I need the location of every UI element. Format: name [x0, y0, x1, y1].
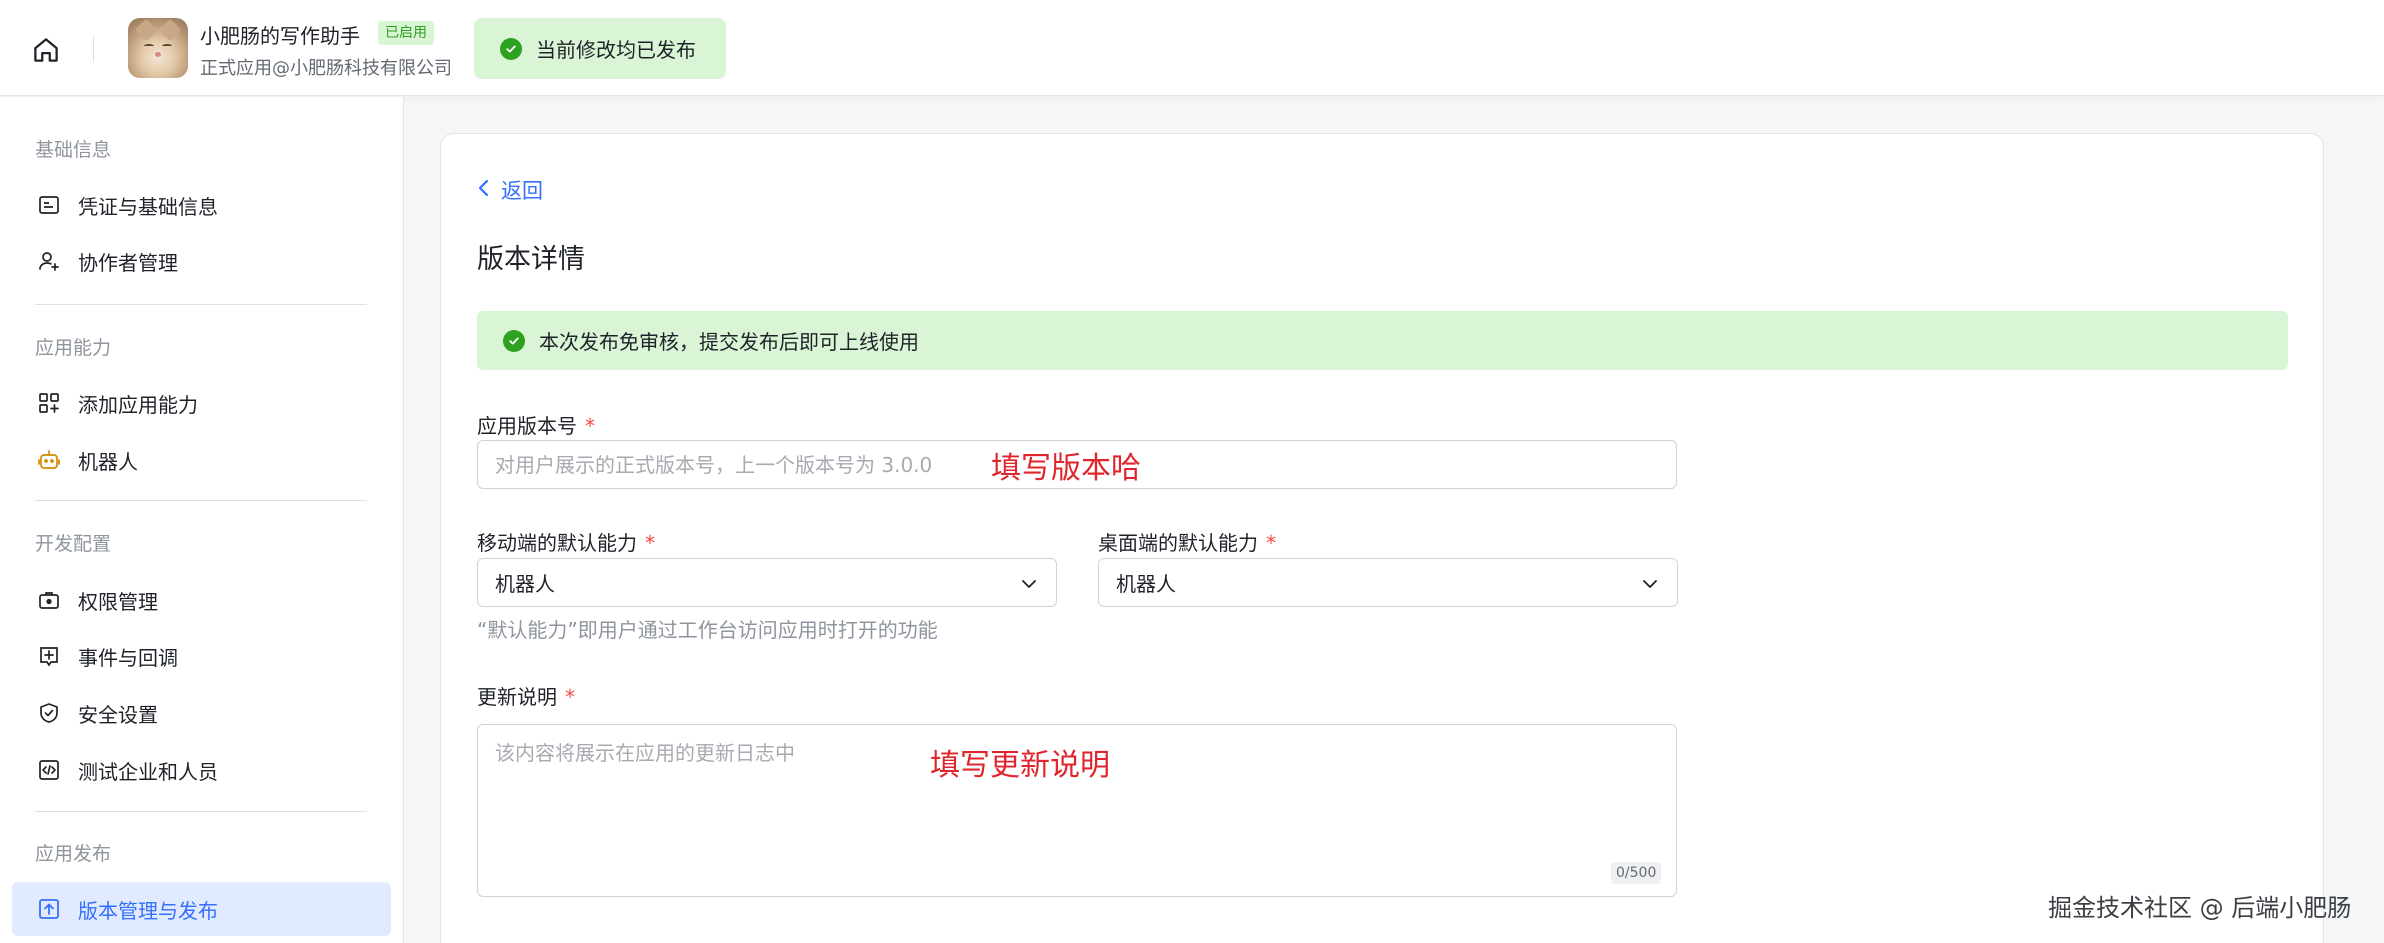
watermark: 掘金技术社区 @ 后端小肥肠	[2048, 894, 2352, 922]
sidebar-item-label: 版本管理与发布	[78, 898, 218, 923]
robot-icon	[35, 446, 63, 474]
check-circle-icon	[500, 37, 522, 60]
sidebar-item-label: 凭证与基础信息	[78, 194, 218, 219]
sidebar-item-label: 添加应用能力	[78, 392, 198, 417]
sidebar-item-permissions[interactable]: 权限管理	[12, 573, 391, 627]
app-subtitle: 正式应用@小肥肠科技有限公司	[200, 58, 452, 79]
sidebar-item-credentials[interactable]: 凭证与基础信息	[12, 178, 391, 232]
version-annotation: 填写版本哈	[991, 451, 1141, 486]
app-avatar	[128, 18, 188, 78]
sidebar: 基础信息 凭证与基础信息 协作者管理 应用能力 添加应用能力 机器人 开发配置 …	[0, 97, 404, 943]
notice-text: 本次发布免审核，提交发布后即可上线使用	[539, 330, 919, 354]
sidebar-divider	[35, 811, 367, 812]
check-circle-icon	[503, 329, 525, 352]
update-notes-annotation: 填写更新说明	[930, 748, 1110, 783]
sidebar-item-label: 测试企业和人员	[78, 759, 218, 784]
sidebar-item-robot[interactable]: 机器人	[12, 433, 391, 487]
required-mark: *	[565, 685, 575, 709]
page-title: 版本详情	[477, 244, 585, 275]
user-add-icon	[35, 247, 63, 275]
top-header: 小肥肠的写作助手 已启用 正式应用@小肥肠科技有限公司 当前修改均已发布	[0, 0, 2384, 96]
sidebar-item-version-release[interactable]: 版本管理与发布	[12, 882, 391, 936]
sidebar-group-title: 应用发布	[35, 843, 112, 865]
code-box-icon	[35, 756, 63, 784]
publish-status-text: 当前修改均已发布	[536, 38, 696, 62]
chevron-down-icon	[1641, 571, 1659, 595]
sidebar-item-label: 安全设置	[78, 702, 158, 727]
mobile-default-value: 机器人	[495, 572, 555, 596]
sidebar-group-title: 应用能力	[35, 337, 112, 359]
desktop-default-select[interactable]: 机器人	[1098, 558, 1678, 607]
required-mark: *	[645, 531, 655, 555]
chevron-down-icon	[1020, 571, 1038, 595]
sidebar-item-events[interactable]: 事件与回调	[12, 629, 391, 683]
sidebar-item-label: 协作者管理	[78, 250, 178, 275]
required-mark: *	[585, 414, 595, 438]
sidebar-item-test-org[interactable]: 测试企业和人员	[12, 743, 391, 797]
version-field-label: 应用版本号 *	[477, 414, 595, 438]
chevron-left-icon	[477, 178, 491, 203]
sidebar-group-title: 开发配置	[35, 533, 112, 555]
publish-status-banner: 当前修改均已发布	[474, 18, 726, 79]
app-name: 小肥肠的写作助手	[200, 24, 360, 48]
sidebar-item-label: 机器人	[78, 449, 138, 474]
sidebar-group-title: 基础信息	[35, 139, 112, 161]
app-status-badge: 已启用	[378, 21, 434, 45]
back-button[interactable]: 返回	[477, 175, 543, 205]
header-divider	[93, 36, 94, 62]
sidebar-item-label: 权限管理	[78, 589, 158, 614]
desktop-default-value: 机器人	[1116, 572, 1176, 596]
char-counter: 0/500	[1611, 862, 1662, 884]
sidebar-divider	[35, 500, 367, 501]
required-mark: *	[1266, 531, 1276, 555]
sidebar-item-label: 事件与回调	[78, 645, 178, 670]
event-plus-icon	[35, 642, 63, 670]
briefcase-lock-icon	[35, 586, 63, 614]
desktop-default-label: 桌面端的默认能力 *	[1098, 531, 1276, 555]
sidebar-item-add-capability[interactable]: 添加应用能力	[12, 376, 391, 430]
home-icon[interactable]	[28, 32, 64, 68]
no-review-notice: 本次发布免审核，提交发布后即可上线使用	[477, 311, 2288, 370]
mobile-default-label: 移动端的默认能力 *	[477, 531, 655, 555]
shield-check-icon	[35, 699, 63, 727]
sidebar-divider	[35, 304, 367, 305]
upload-box-icon	[35, 895, 63, 923]
update-notes-label: 更新说明 *	[477, 685, 575, 709]
default-capability-hint: “默认能力”即用户通过工作台访问应用时打开的功能	[477, 618, 938, 642]
back-label: 返回	[501, 179, 543, 203]
id-card-icon	[35, 191, 63, 219]
mobile-default-select[interactable]: 机器人	[477, 558, 1057, 607]
sidebar-item-collaborators[interactable]: 协作者管理	[12, 234, 391, 288]
apps-add-icon	[35, 389, 63, 417]
sidebar-item-security[interactable]: 安全设置	[12, 686, 391, 740]
